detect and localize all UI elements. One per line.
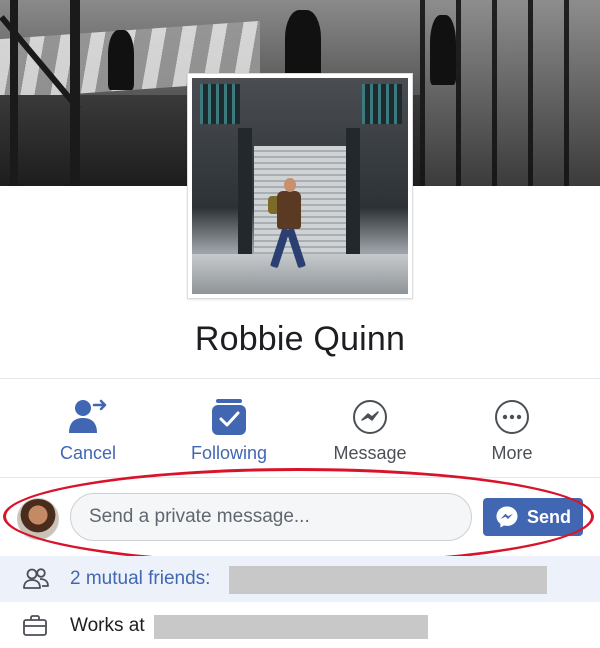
profile-name: Robbie Quinn — [194, 320, 406, 358]
more-button[interactable]: More — [452, 399, 572, 463]
message-label: Message — [333, 443, 407, 463]
message-button[interactable]: Message — [310, 399, 430, 463]
photo-person-head — [284, 178, 296, 192]
following-label: Following — [190, 443, 268, 463]
work-row: Works at — [0, 603, 600, 648]
send-button[interactable]: Send — [483, 498, 583, 536]
photo-person — [277, 191, 301, 229]
cancel-request-button[interactable]: Cancel — [28, 399, 148, 463]
mutual-friends-row[interactable]: 2 mutual friends: — [0, 556, 600, 602]
mutual-friends-text: 2 mutual friends: — [70, 568, 211, 589]
cover-cyclist — [108, 30, 134, 90]
friends-icon — [23, 568, 49, 589]
cover-pole — [70, 0, 80, 186]
profile-picture[interactable] — [187, 73, 413, 299]
more-label: More — [491, 443, 533, 463]
redacted-block — [154, 615, 428, 639]
more-dots-icon — [495, 400, 529, 434]
cover-pedestrian — [430, 15, 456, 85]
cancel-label: Cancel — [59, 443, 117, 463]
cover-pedestrian — [285, 10, 321, 80]
avatar[interactable] — [17, 498, 59, 540]
briefcase-icon — [23, 615, 47, 636]
messenger-icon — [496, 506, 518, 528]
private-message-input[interactable] — [70, 493, 472, 541]
profile-picture-image — [192, 78, 408, 294]
send-label: Send — [526, 506, 571, 527]
photo-door-frame — [238, 128, 252, 268]
private-message-composer: Send — [0, 478, 600, 556]
photo-door-frame — [346, 128, 360, 268]
following-button[interactable]: Following — [169, 399, 289, 463]
works-at-text: Works at — [70, 615, 145, 636]
photo-window — [200, 84, 240, 124]
photo-window — [362, 84, 402, 124]
messenger-icon — [353, 400, 387, 434]
redacted-block — [229, 566, 547, 594]
following-check-icon — [212, 399, 246, 435]
person-arrow-icon — [69, 399, 107, 433]
profile-action-bar: Cancel Following Message More — [0, 378, 600, 478]
